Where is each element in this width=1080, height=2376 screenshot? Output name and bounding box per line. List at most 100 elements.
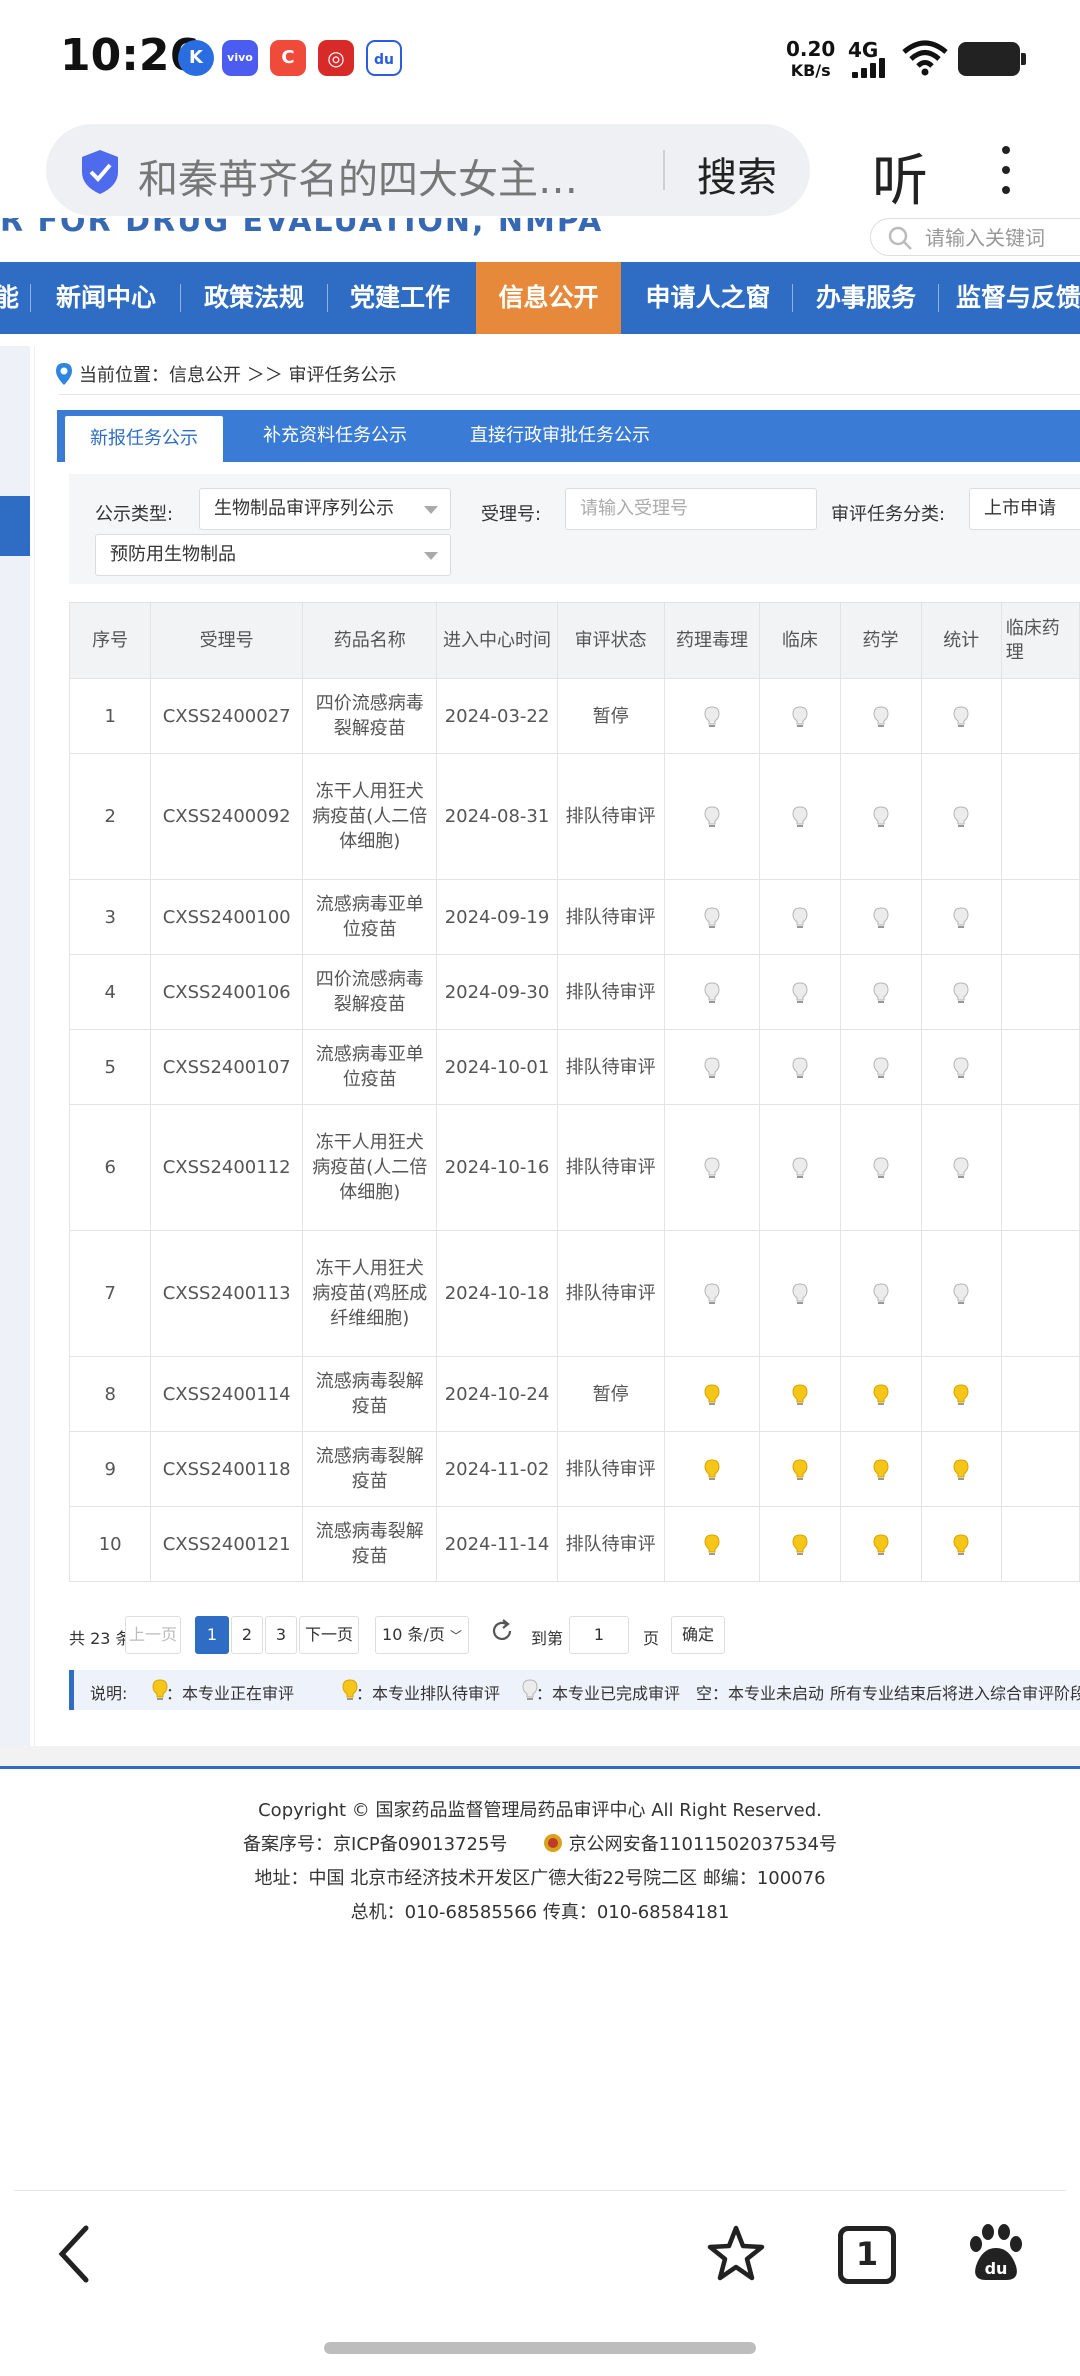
- row-bulb-cell: [759, 879, 841, 955]
- bulb-done-icon: [704, 981, 720, 1003]
- footer-police[interactable]: 京公网安备11011502037534号: [569, 1834, 837, 1855]
- col-header-clinical: 临床: [759, 602, 841, 679]
- tab-new-tasks[interactable]: 新报任务公示: [65, 416, 223, 462]
- breadcrumb: 当前位置：信息公开 ＞＞ 审评任务公示: [79, 365, 397, 386]
- row-bulb-cell: [759, 954, 841, 1030]
- bulb-done-icon: [953, 981, 969, 1003]
- row-no: 7: [68, 1230, 152, 1357]
- bulb-done-icon: [792, 1283, 808, 1304]
- nav-item-applicant[interactable]: 申请人之窗: [636, 262, 780, 334]
- baidu-paw-icon[interactable]: du: [966, 2222, 1026, 2286]
- row-bulb-cell: [920, 678, 1002, 754]
- refresh-icon[interactable]: [489, 1618, 515, 1644]
- bulb-done-icon: [953, 1056, 969, 1078]
- tab-supplement-tasks[interactable]: 补充资料任务公示: [247, 410, 423, 462]
- goto-confirm-button[interactable]: 确定: [671, 1616, 725, 1654]
- col-header-entry-time: 进入中心时间: [436, 602, 558, 679]
- nav-item-feedback[interactable]: 监督与反馈: [956, 262, 1080, 334]
- nav-item-service[interactable]: 办事服务: [806, 262, 926, 334]
- page-2-button[interactable]: 2: [231, 1616, 263, 1654]
- row-entry-time: 2024-11-14: [436, 1506, 558, 1582]
- star-icon[interactable]: [706, 2222, 766, 2286]
- table-row: 10 CXSS2400121 流感病毒裂解疫苗 2024-11-14 排队待审评: [68, 1506, 1080, 1582]
- bulb-done-icon: [704, 906, 720, 928]
- bulb-queued-icon: [704, 1383, 720, 1405]
- row-no: 2: [68, 753, 152, 880]
- row-entry-time: 2024-10-24: [436, 1356, 558, 1432]
- row-clin-pharm-cell: [1000, 1431, 1080, 1507]
- nav-item-news[interactable]: 新闻中心: [44, 262, 168, 334]
- row-bulb-cell: [920, 1230, 1002, 1357]
- nav-item-function[interactable]: 能: [0, 262, 19, 334]
- row-accept-no: CXSS2400112: [150, 1104, 303, 1231]
- page-1-button[interactable]: 1: [195, 1616, 229, 1654]
- row-bulb-cell: [663, 879, 761, 955]
- table-row: 2 CXSS2400092 冻干人用狂犬病疫苗(人二倍体细胞) 2024-08-31 排…: [68, 753, 1080, 880]
- table-row: 8 CXSS2400114 流感病毒裂解疫苗 2024-10-24 暂停: [68, 1356, 1080, 1432]
- row-clin-pharm-cell: [1000, 879, 1080, 955]
- nav-item-policy[interactable]: 政策法规: [194, 262, 314, 334]
- row-accept-no: CXSS2400114: [150, 1356, 303, 1432]
- bank-app-icon: ◎: [318, 40, 354, 76]
- type-select[interactable]: 生物制品审评序列公示: [199, 488, 451, 530]
- footer-icp[interactable]: 备案序号：京ICP备09013725号: [243, 1834, 507, 1855]
- site-search-input[interactable]: 请输入关键词: [870, 218, 1080, 256]
- row-entry-time: 2024-10-18: [436, 1230, 558, 1357]
- row-status: 排队待审评: [556, 1431, 665, 1507]
- baidu-app-icon: du: [366, 40, 402, 76]
- nav-item-info-public[interactable]: 信息公开: [476, 262, 621, 334]
- bulb-done-icon: [953, 906, 969, 928]
- side-panel: [0, 346, 30, 1756]
- next-page-button[interactable]: 下一页: [299, 1616, 359, 1654]
- listen-button[interactable]: 听: [872, 136, 928, 217]
- bulb-done-icon: [704, 705, 720, 727]
- row-no: 10: [68, 1506, 152, 1582]
- legend-title: 说明:: [90, 1684, 128, 1703]
- footer-phone: 总机：010-68585566 传真：010-68584181: [350, 1902, 730, 1923]
- row-bulb-cell: [839, 1230, 922, 1357]
- bulb-done-icon: [953, 1157, 969, 1178]
- page-unit: 页: [643, 1629, 660, 1648]
- site-nav: 能 新闻中心 政策法规 党建工作 信息公开 申请人之窗 办事服务 监督与反馈: [0, 262, 1080, 334]
- more-icon[interactable]: [1000, 142, 1012, 198]
- row-clin-pharm-cell: [1000, 1230, 1080, 1357]
- legend-empty: 空：本专业未启动: [696, 1684, 825, 1703]
- row-accept-no: CXSS2400113: [150, 1230, 303, 1357]
- col-header-drug-name: 药品名称: [301, 602, 438, 679]
- row-accept-no: CXSS2400027: [150, 678, 303, 754]
- category-select[interactable]: 上市申请: [969, 488, 1080, 530]
- side-panel-active[interactable]: [0, 496, 30, 556]
- row-status: 排队待审评: [556, 1104, 665, 1231]
- row-bulb-cell: [920, 954, 1002, 1030]
- home-indicator[interactable]: [324, 2342, 756, 2354]
- row-bulb-cell: [663, 1506, 761, 1582]
- row-bulb-cell: [759, 1431, 841, 1507]
- page-size-select[interactable]: 10 条/页 ﹀: [375, 1616, 469, 1654]
- row-bulb-cell: [663, 1431, 761, 1507]
- row-bulb-cell: [920, 1029, 1002, 1105]
- search-button[interactable]: 搜索: [697, 145, 777, 203]
- col-header-statistics: 统计: [920, 602, 1002, 679]
- row-entry-time: 2024-09-30: [436, 954, 558, 1030]
- row-drug-name: 冻干人用狂犬病疫苗(人二倍体细胞): [301, 753, 438, 880]
- page-3-button[interactable]: 3: [265, 1616, 297, 1654]
- sub-category-select[interactable]: 预防用生物制品: [95, 534, 451, 576]
- accept-number-input[interactable]: 请输入受理号: [565, 488, 817, 530]
- bulb-done-icon: [953, 705, 969, 727]
- address-title[interactable]: 和秦苒齐名的四大女主…: [138, 147, 608, 205]
- goto-page-input[interactable]: 1: [569, 1616, 629, 1654]
- bulb-done-icon: [873, 981, 889, 1003]
- row-bulb-cell: [839, 1431, 922, 1507]
- table-row: 3 CXSS2400100 流感病毒亚单位疫苗 2024-09-19 排队待审评: [68, 879, 1080, 955]
- bulb-done-icon: [704, 1283, 720, 1304]
- tab-count-button[interactable]: 1: [838, 2226, 896, 2284]
- row-accept-no: CXSS2400107: [150, 1029, 303, 1105]
- prev-page-button[interactable]: 上一页: [125, 1616, 181, 1654]
- phone-screen: 10:26 K vivo C ◎ du 0.20 KB/s 4G 和秦苒齐名的四…: [0, 0, 1080, 2376]
- row-status: 排队待审评: [556, 1506, 665, 1582]
- back-icon[interactable]: [54, 2222, 98, 2286]
- tab-direct-approval-tasks[interactable]: 直接行政审批任务公示: [453, 410, 667, 462]
- row-bulb-cell: [663, 1104, 761, 1231]
- row-bulb-cell: [759, 1104, 841, 1231]
- nav-item-party[interactable]: 党建工作: [340, 262, 460, 334]
